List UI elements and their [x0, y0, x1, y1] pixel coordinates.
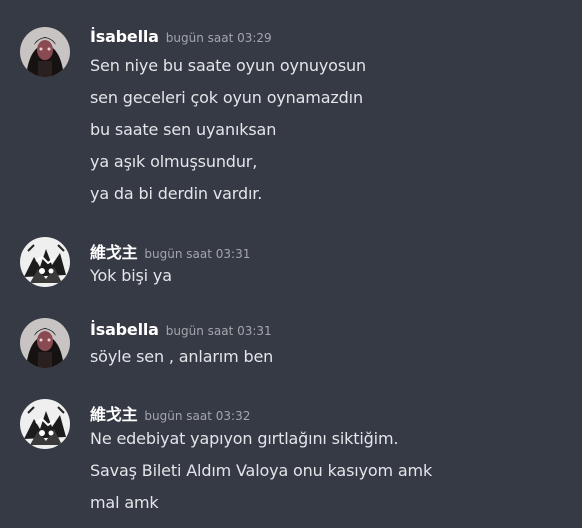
username[interactable]: 維戈主 — [90, 405, 138, 424]
chat-message-list: İsabella bugün saat 03:29 Sen niye bu saa… — [0, 0, 582, 528]
username[interactable]: 維戈主 — [90, 243, 138, 262]
manga-character-avatar-icon[interactable] — [20, 399, 70, 449]
timestamp: bugün saat 03:31 — [144, 247, 251, 261]
message-text: ya aşık olmuşsundur, — [90, 152, 258, 171]
message-text: Sen niye bu saate oyun oynuyosun — [90, 56, 366, 75]
timestamp: bugün saat 03:32 — [144, 409, 251, 423]
username[interactable]: İsabella — [90, 320, 159, 339]
message-header: 維戈主 bugün saat 03:32 — [90, 401, 251, 424]
message-header: İsabella bugün saat 03:31 — [90, 320, 272, 340]
message-text: ya da bi derdin vardır. — [90, 184, 263, 203]
message-text: söyle sen , anlarım ben — [90, 347, 274, 366]
message-text: mal amk — [90, 493, 159, 512]
message-text: Ne edebiyat yapıyon gırtlağını siktiğim. — [90, 429, 399, 448]
timestamp: bugün saat 03:29 — [165, 31, 272, 45]
dark-haired-avatar-icon[interactable] — [20, 27, 70, 77]
message-text: Savaş Bileti Aldım Valoya onu kasıyom am… — [90, 461, 433, 480]
message-text: bu saate sen uyanıksan — [90, 120, 277, 139]
message-text: Yok bişi ya — [90, 266, 172, 285]
message-text: sen geceleri çok oyun oynamazdın — [90, 88, 363, 107]
dark-haired-avatar-icon[interactable] — [20, 318, 70, 368]
username[interactable]: İsabella — [90, 27, 159, 46]
timestamp: bugün saat 03:31 — [165, 324, 272, 338]
message-header: 維戈主 bugün saat 03:31 — [90, 239, 251, 262]
message-header: İsabella bugün saat 03:29 — [90, 27, 272, 47]
manga-character-avatar-icon[interactable] — [20, 237, 70, 287]
